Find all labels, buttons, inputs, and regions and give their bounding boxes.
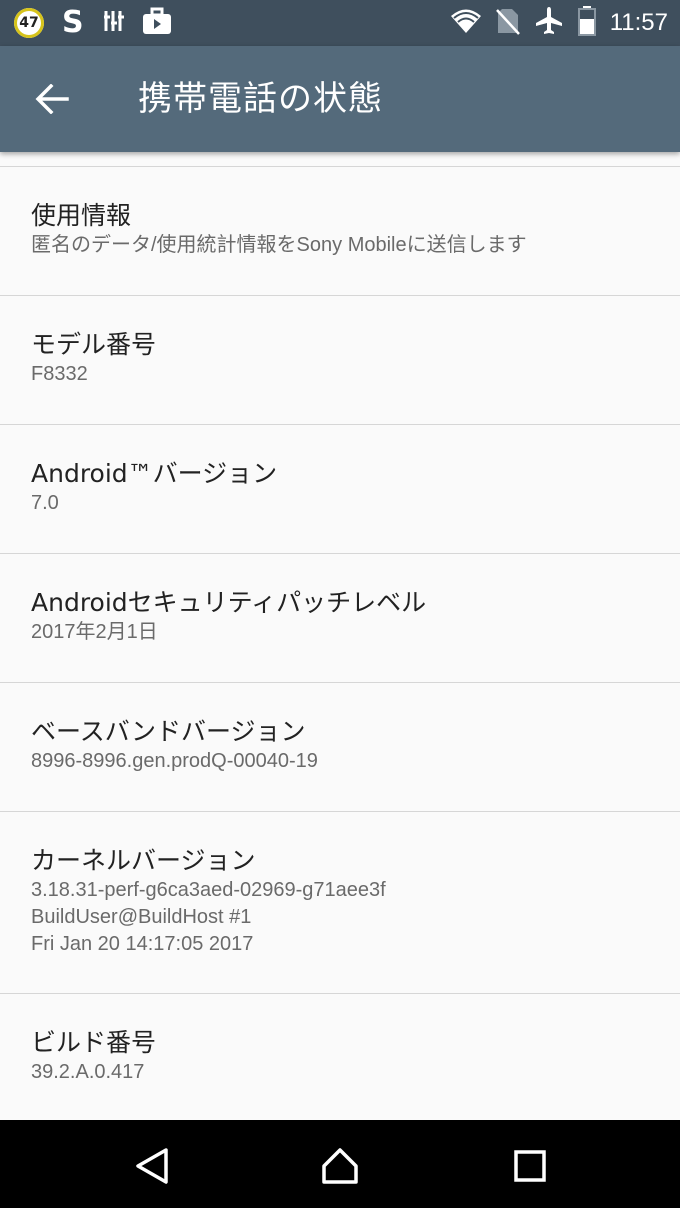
item-title: Androidセキュリティパッチレベル [31, 588, 427, 617]
item-subtitle: BuildUser@BuildHost #1 [31, 906, 252, 928]
item-title: カーネルバージョン [31, 846, 256, 875]
app-bar: 携帯電話の状態 [0, 46, 680, 152]
nav-recents-button[interactable] [508, 1144, 552, 1188]
item-subtitle: 8996-8996.gen.prodQ-00040-19 [31, 750, 318, 772]
usb-debug-icon [102, 9, 124, 37]
nav-back-button[interactable] [130, 1144, 174, 1188]
wifi-icon [450, 7, 482, 39]
back-button[interactable] [22, 71, 82, 127]
navigation-bar [0, 1120, 680, 1208]
item-title: ビルド番号 [31, 1028, 157, 1057]
recents-square-icon [514, 1150, 546, 1182]
notification-count-badge: 47 [14, 8, 44, 38]
briefcase-icon [142, 7, 172, 39]
list-item-usage-info[interactable]: 使用情報 匿名のデータ/使用統計情報をSony Mobileに送信します [0, 166, 680, 295]
clock-time: 11:57 [609, 9, 668, 36]
item-subtitle: 2017年2月1日 [31, 621, 158, 643]
list-item-model-number[interactable]: モデル番号 F8332 [0, 295, 680, 424]
battery-icon [577, 6, 596, 40]
list-item-kernel-version[interactable]: カーネルバージョン 3.18.31-perf-g6ca3aed-02969-g7… [0, 811, 680, 993]
list-item-android-version[interactable]: Android™バージョン 7.0 [0, 424, 680, 553]
item-title: ベースバンドバージョン [31, 717, 306, 746]
item-title: 使用情報 [31, 201, 132, 230]
item-subtitle: 7.0 [31, 492, 59, 514]
list-item-baseband-version[interactable]: ベースバンドバージョン 8996-8996.gen.prodQ-00040-19 [0, 682, 680, 811]
back-triangle-icon [136, 1148, 168, 1184]
item-subtitle: 匿名のデータ/使用統計情報をSony Mobileに送信します [31, 234, 527, 256]
nav-home-button[interactable] [318, 1144, 362, 1188]
item-title: モデル番号 [31, 330, 157, 359]
status-bar: 47 S 11:57 [0, 0, 680, 46]
item-subtitle: F8332 [31, 363, 88, 385]
list-item-build-number[interactable]: ビルド番号 39.2.A.0.417 [0, 993, 680, 1121]
status-list: 使用情報 匿名のデータ/使用統計情報をSony Mobileに送信します モデル… [0, 166, 680, 1121]
item-subtitle: 3.18.31-perf-g6ca3aed-02969-g71aee3f [31, 879, 386, 901]
s-app-icon: S [62, 5, 84, 40]
item-title: Android™バージョン [31, 459, 278, 488]
no-sim-icon [495, 7, 520, 39]
airplane-icon [534, 6, 564, 40]
arrow-left-icon [35, 84, 69, 114]
page-title: 携帯電話の状態 [138, 79, 383, 119]
list-item-security-patch[interactable]: Androidセキュリティパッチレベル 2017年2月1日 [0, 553, 680, 682]
item-subtitle: Fri Jan 20 14:17:05 2017 [31, 933, 254, 955]
item-subtitle: 39.2.A.0.417 [31, 1061, 145, 1083]
home-icon [322, 1148, 358, 1184]
